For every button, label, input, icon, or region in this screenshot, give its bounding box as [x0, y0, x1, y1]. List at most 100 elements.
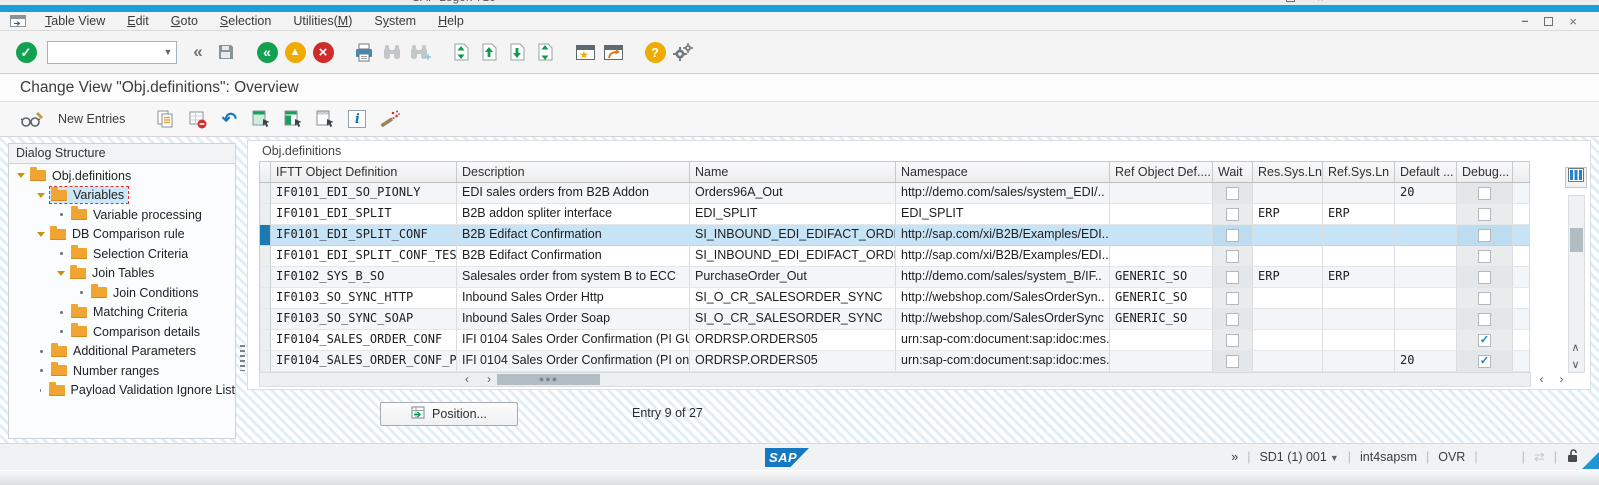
cell-ref-object-def[interactable]: [1110, 225, 1213, 246]
wait-checkbox[interactable]: [1226, 250, 1239, 263]
tree-item-db-comparison-rule[interactable]: DB Comparison rule: [9, 225, 235, 245]
column-header-description[interactable]: Description: [457, 161, 690, 183]
table-settings-button[interactable]: [1565, 167, 1587, 188]
cell-iftt[interactable]: IF0101_EDI_SPLIT: [271, 204, 457, 225]
cell-description[interactable]: B2B addon spliter interface: [457, 204, 690, 225]
cell-ref-object-def[interactable]: [1110, 351, 1213, 372]
cell-iftt[interactable]: IF0102_SYS_B_SO: [271, 267, 457, 288]
cell-iftt[interactable]: IF0103_SO_SYNC_SOAP: [271, 309, 457, 330]
new-entries-button[interactable]: New Entries: [48, 112, 135, 126]
debug-checkbox[interactable]: [1478, 271, 1491, 284]
column-header-ref-object-def[interactable]: Ref Object Def....: [1110, 161, 1213, 183]
status-overflow-indicator[interactable]: »: [1231, 450, 1238, 464]
menu-help[interactable]: Help: [427, 14, 475, 28]
column-header-default[interactable]: Default ...: [1395, 161, 1457, 183]
horizontal-scroll-thumb[interactable]: ●●●: [497, 374, 600, 385]
cell-ref-sys-ln[interactable]: [1323, 309, 1395, 330]
cell-description[interactable]: Salesales order from system B to ECC: [457, 267, 690, 288]
menu-edit[interactable]: Edit: [116, 14, 160, 28]
cell-default[interactable]: [1395, 204, 1457, 225]
cell-iftt[interactable]: IF0101_EDI_SPLIT_CONF: [271, 225, 457, 246]
cell-namespace[interactable]: http://webshop.com/SalesOrderSyn..: [896, 288, 1110, 309]
cell-ref-object-def[interactable]: GENERIC_SO: [1110, 309, 1213, 330]
cell-namespace[interactable]: http://demo.com/sales/system_EDI/..: [896, 183, 1110, 204]
cell-name[interactable]: ORDRSP.ORDERS05: [690, 330, 896, 351]
wait-checkbox[interactable]: [1226, 271, 1239, 284]
cell-description[interactable]: IFI 0104 Sales Order Confirmation (PI on…: [457, 351, 690, 372]
column-header-namespace[interactable]: Namespace: [896, 161, 1110, 183]
column-header--filler[interactable]: [1513, 161, 1530, 183]
cell-namespace[interactable]: EDI_SPLIT: [896, 204, 1110, 225]
control-menu-icon[interactable]: [10, 15, 26, 27]
input-mode-field[interactable]: OVR: [1438, 450, 1465, 464]
tree-item-number-ranges[interactable]: Number ranges: [9, 361, 235, 381]
row-selector[interactable]: [259, 225, 271, 246]
column-header-wait[interactable]: Wait: [1213, 161, 1253, 183]
cell-ref-sys-ln[interactable]: [1323, 351, 1395, 372]
cell-name[interactable]: ORDRSP.ORDERS05: [690, 351, 896, 372]
cell-ref-object-def[interactable]: [1110, 330, 1213, 351]
horizontal-scrollbar[interactable]: ‹ › ●●●: [259, 372, 1531, 387]
header-selector[interactable]: [259, 161, 271, 183]
continue-button[interactable]: ✓: [13, 38, 39, 66]
cell-ref-object-def[interactable]: [1110, 204, 1213, 225]
scroll-left-icon[interactable]: ‹: [457, 373, 477, 386]
cell-iftt[interactable]: IF0101_EDI_SO_PIONLY: [271, 183, 457, 204]
panel-splitter[interactable]: [240, 345, 245, 371]
scroll-up-icon[interactable]: ∧: [1568, 341, 1583, 357]
table-row[interactable]: IF0103_SO_SYNC_HTTPInbound Sales Order H…: [259, 288, 1530, 309]
customize-layout-button[interactable]: [670, 38, 696, 66]
debug-checkbox[interactable]: [1478, 313, 1491, 326]
print-button[interactable]: [351, 38, 377, 66]
cell-ref-object-def[interactable]: GENERIC_SO: [1110, 267, 1213, 288]
resize-corner[interactable]: [1582, 452, 1599, 469]
scroll-right-icon[interactable]: ›: [479, 373, 499, 386]
debug-checkbox[interactable]: [1478, 187, 1491, 200]
tree-item-obj-definitions[interactable]: Obj.definitions: [9, 166, 235, 186]
find-next-button[interactable]: [407, 38, 433, 66]
debug-checkbox[interactable]: [1478, 208, 1491, 221]
cell-default[interactable]: [1395, 309, 1457, 330]
tree-item-join-tables[interactable]: Join Tables: [9, 264, 235, 284]
tree-item-payload-validation-ignore-list[interactable]: Payload Validation Ignore List: [9, 381, 235, 401]
table-row[interactable]: IF0104_SALES_ORDER_CONF_P..IFI 0104 Sale…: [259, 351, 1530, 372]
cell-res-sys-ln[interactable]: [1253, 183, 1323, 204]
cell-description[interactable]: Inbound Sales Order Soap: [457, 309, 690, 330]
cell-iftt[interactable]: IF0103_SO_SYNC_HTTP: [271, 288, 457, 309]
scroll-right-edge-icon[interactable]: ›: [1553, 372, 1570, 387]
cell-namespace[interactable]: http://sap.com/xi/B2B/Examples/EDI..: [896, 246, 1110, 267]
cell-ref-sys-ln[interactable]: [1323, 330, 1395, 351]
select-all-button[interactable]: [247, 105, 275, 133]
table-row[interactable]: IF0104_SALES_ORDER_CONFIFI 0104 Sales Or…: [259, 330, 1530, 351]
debug-checkbox[interactable]: ✓: [1478, 334, 1491, 347]
wait-checkbox[interactable]: [1226, 334, 1239, 347]
cell-namespace[interactable]: http://webshop.com/SalesOrderSync: [896, 309, 1110, 330]
wait-checkbox[interactable]: [1226, 355, 1239, 368]
row-selector[interactable]: [259, 204, 271, 225]
tree-item-variable-processing[interactable]: Variable processing: [9, 205, 235, 225]
cell-res-sys-ln[interactable]: [1253, 288, 1323, 309]
maximize-button[interactable]: [1544, 17, 1553, 26]
select-block-button[interactable]: [279, 105, 307, 133]
table-row[interactable]: IF0101_EDI_SO_PIONLYEDI sales orders fro…: [259, 183, 1530, 204]
cell-name[interactable]: SI_O_CR_SALESORDER_SYNC: [690, 309, 896, 330]
cell-namespace[interactable]: urn:sap-com:document:sap:idoc:mes..: [896, 351, 1110, 372]
cell-description[interactable]: EDI sales orders from B2B Addon: [457, 183, 690, 204]
wait-checkbox[interactable]: [1226, 229, 1239, 242]
row-selector[interactable]: [259, 330, 271, 351]
row-selector[interactable]: [259, 246, 271, 267]
new-session-button[interactable]: ★: [573, 38, 599, 66]
cell-res-sys-ln[interactable]: [1253, 351, 1323, 372]
save-button[interactable]: [213, 38, 239, 66]
cell-res-sys-ln[interactable]: [1253, 246, 1323, 267]
cell-description[interactable]: B2B Edifact Confirmation: [457, 225, 690, 246]
cell-name[interactable]: Orders96A_Out: [690, 183, 896, 204]
field-wand-button[interactable]: [375, 105, 403, 133]
tree-item-comparison-details[interactable]: Comparison details: [9, 322, 235, 342]
exit-button[interactable]: ▲: [282, 38, 308, 66]
column-header-name[interactable]: Name: [690, 161, 896, 183]
cell-default[interactable]: [1395, 330, 1457, 351]
table-row[interactable]: IF0101_EDI_SPLITB2B addon spliter interf…: [259, 204, 1530, 225]
menu-table-view[interactable]: Table View: [34, 14, 116, 28]
cell-default[interactable]: 20: [1395, 351, 1457, 372]
